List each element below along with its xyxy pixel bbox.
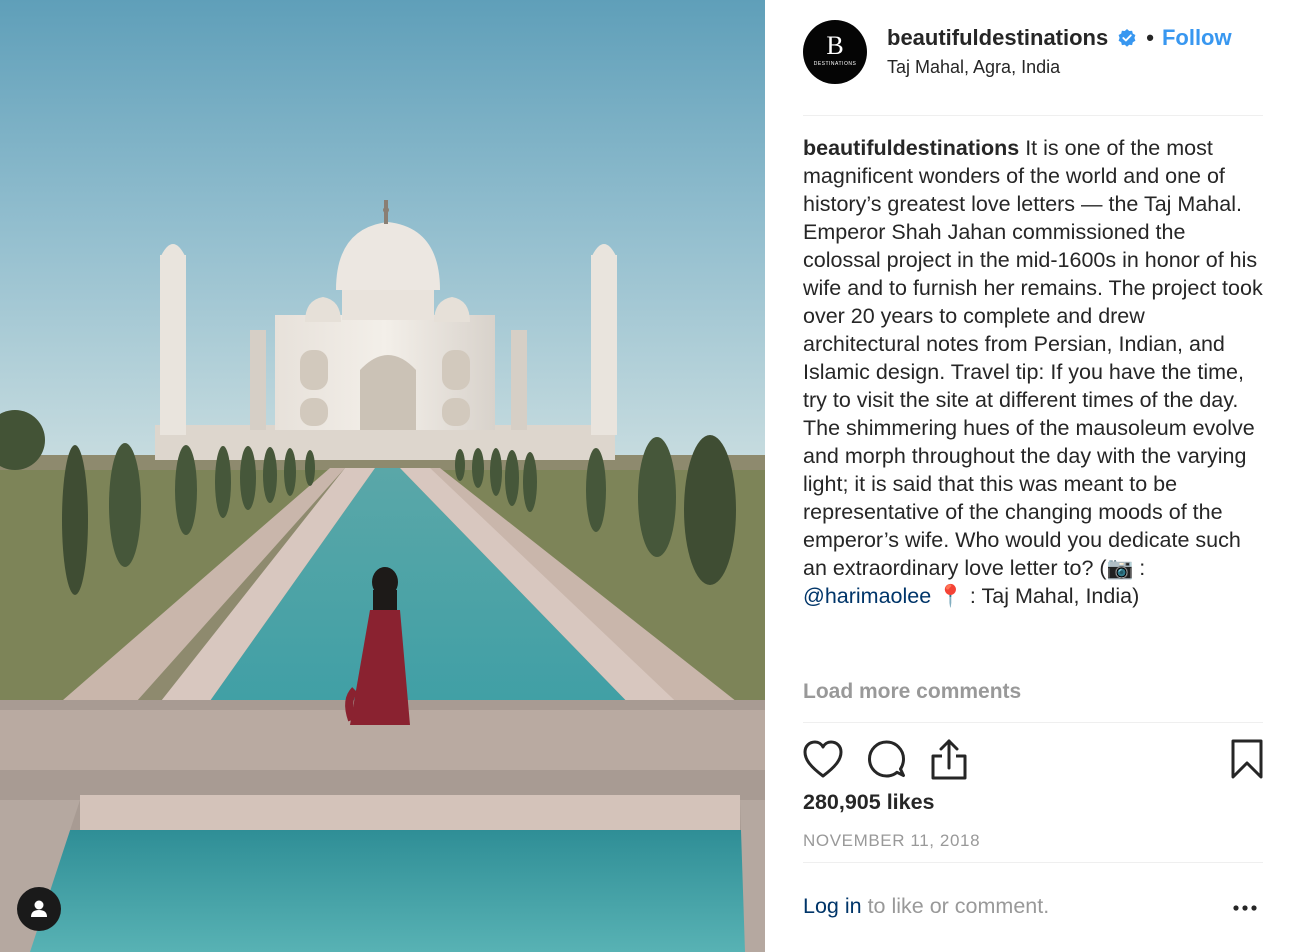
divider [803, 722, 1263, 723]
location-link[interactable]: Taj Mahal, Agra, India [887, 57, 1060, 78]
user-tag-icon[interactable] [17, 887, 61, 931]
caption-author-link[interactable]: beautifuldestinations [803, 136, 1019, 160]
mention-prefix: : [1133, 556, 1146, 580]
avatar-subtext: DESTINATIONS [813, 61, 857, 67]
post-header: B DESTINATIONS beautifuldestinations • F… [803, 20, 1263, 116]
action-bar [803, 738, 1263, 782]
more-options-button[interactable] [1231, 898, 1259, 918]
comment-icon [868, 740, 905, 778]
divider [803, 862, 1263, 863]
comment-button[interactable] [867, 738, 907, 782]
avatar[interactable]: B DESTINATIONS [803, 20, 867, 84]
save-button[interactable] [1227, 738, 1267, 782]
camera-emoji: 📷 [1106, 556, 1134, 580]
follow-button[interactable]: Follow [1162, 25, 1232, 51]
likes-count[interactable]: 280,905 likes [803, 790, 935, 815]
post-date: NOVEMBER 11, 2018 [803, 831, 981, 850]
taj-mahal-photo [0, 0, 765, 952]
login-link[interactable]: Log in [803, 894, 862, 918]
separator-dot: • [1146, 25, 1154, 50]
more-options-icon [1233, 905, 1257, 911]
like-button[interactable] [803, 738, 843, 782]
load-more-comments-button[interactable]: Load more comments [803, 680, 1021, 704]
pin-emoji: 📍 [931, 584, 964, 608]
comment-footer: Log in to like or comment. [803, 894, 1049, 919]
heart-icon [803, 740, 843, 778]
post-photo[interactable] [0, 0, 765, 952]
caption-text: It is one of the most magnificent wonder… [803, 136, 1263, 580]
instagram-post: B DESTINATIONS beautifuldestinations • F… [0, 0, 1300, 952]
share-button[interactable] [929, 738, 969, 782]
caption-tail: : Taj Mahal, India) [963, 584, 1140, 608]
post-details-panel: B DESTINATIONS beautifuldestinations • F… [765, 0, 1300, 952]
post-caption: beautifuldestinations It is one of the m… [803, 134, 1265, 610]
username-link[interactable]: beautifuldestinations [887, 25, 1108, 51]
verified-badge-icon [1118, 29, 1136, 47]
header-name-row: beautifuldestinations • Follow [887, 25, 1232, 51]
share-icon [931, 739, 967, 780]
mention-link[interactable]: @harimaolee [803, 584, 931, 608]
login-prompt: to like or comment. [861, 894, 1050, 918]
bookmark-icon [1231, 739, 1263, 779]
person-icon [31, 900, 47, 917]
avatar-letter: B [826, 31, 844, 60]
